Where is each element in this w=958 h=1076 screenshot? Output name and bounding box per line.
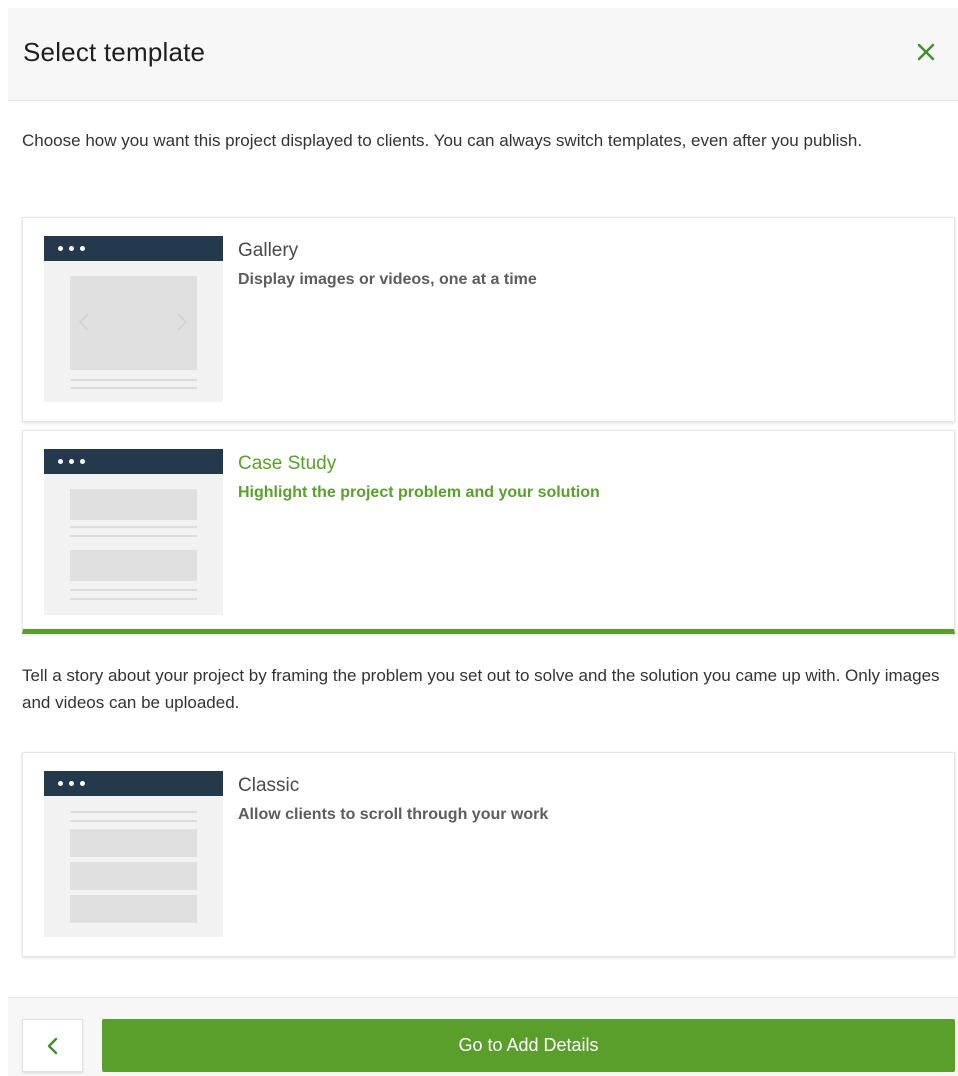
thumbnail-line <box>70 811 197 813</box>
thumbnail-block <box>70 550 197 581</box>
template-name: Classic <box>238 775 300 796</box>
select-template-modal: Select template Choose how you want this… <box>0 0 958 1076</box>
chevron-left-icon <box>47 1037 57 1054</box>
back-button[interactable] <box>22 1019 83 1072</box>
thumbnail-block <box>70 829 197 857</box>
classic-thumbnail <box>44 771 223 937</box>
template-description: Allow clients to scroll through your wor… <box>238 806 549 823</box>
thumbnail-line <box>70 379 197 381</box>
thumbnail-window-bar <box>44 771 223 796</box>
chevron-right-icon <box>177 313 188 331</box>
template-card-classic[interactable]: Classic Allow clients to scroll through … <box>22 752 955 957</box>
window-dot-icon <box>58 246 63 251</box>
gallery-thumbnail <box>44 236 223 402</box>
modal-title: Select template <box>23 37 206 67</box>
intro-text: Choose how you want this project display… <box>22 131 863 150</box>
window-dot-icon <box>69 781 74 786</box>
window-dot-icon <box>80 246 85 251</box>
thumbnail-block <box>70 862 197 890</box>
thumbnail-line <box>70 820 197 822</box>
thumbnail-block <box>70 895 197 923</box>
selected-template-detail: Tell a story about your project by frami… <box>22 666 940 712</box>
template-name: Gallery <box>238 240 299 261</box>
thumbnail-window-bar <box>44 236 223 261</box>
case-study-thumbnail <box>44 449 223 615</box>
thumbnail-line <box>70 387 197 389</box>
template-name: Case Study <box>238 453 337 474</box>
thumbnail-line <box>70 589 197 591</box>
thumbnail-line <box>70 535 197 537</box>
thumbnail-window-bar <box>44 449 223 474</box>
go-to-add-details-button[interactable]: Go to Add Details <box>102 1019 955 1072</box>
thumbnail-line <box>70 526 197 528</box>
window-dot-icon <box>58 459 63 464</box>
modal-footer: Go to Add Details <box>8 997 958 1076</box>
thumbnail-line <box>70 598 197 600</box>
window-dot-icon <box>69 459 74 464</box>
close-icon[interactable] <box>914 40 938 64</box>
window-dot-icon <box>80 459 85 464</box>
window-dot-icon <box>80 781 85 786</box>
thumbnail-block <box>70 489 197 520</box>
window-dot-icon <box>69 246 74 251</box>
template-description: Highlight the project problem and your s… <box>238 484 600 501</box>
template-card-case-study[interactable]: Case Study Highlight the project problem… <box>22 430 955 634</box>
chevron-left-icon <box>78 313 89 331</box>
modal-header: Select template <box>8 8 958 101</box>
template-card-gallery[interactable]: Gallery Display images or videos, one at… <box>22 217 955 422</box>
template-description: Display images or videos, one at a time <box>238 271 537 288</box>
window-dot-icon <box>58 781 63 786</box>
